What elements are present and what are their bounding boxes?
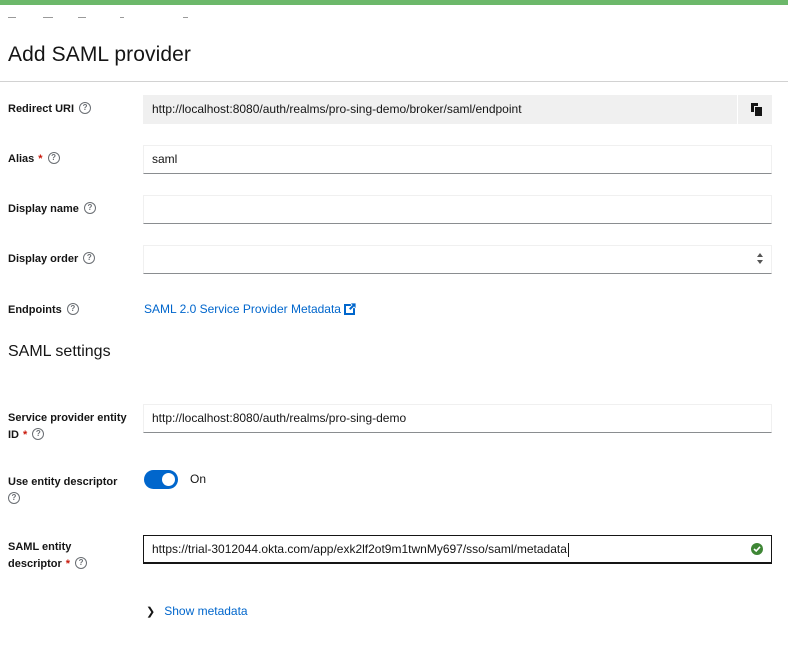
help-icon[interactable]: ? bbox=[32, 428, 45, 441]
copy-button[interactable] bbox=[737, 95, 772, 124]
help-icon[interactable]: ? bbox=[8, 492, 20, 505]
required-marker: * bbox=[65, 558, 71, 570]
copy-icon bbox=[751, 103, 762, 116]
sp-entity-id-label: Service provider entity ID *? bbox=[8, 412, 127, 441]
external-link-icon bbox=[343, 302, 357, 316]
breadcrumb bbox=[8, 14, 208, 22]
alias-label: Alias *? bbox=[8, 151, 60, 168]
help-icon[interactable]: ? bbox=[75, 557, 88, 570]
alias-input[interactable]: saml bbox=[143, 145, 772, 174]
help-icon[interactable]: ? bbox=[83, 252, 96, 265]
header-divider bbox=[0, 81, 788, 82]
redirect-uri-label: Redirect URI? bbox=[8, 101, 92, 118]
help-icon[interactable]: ? bbox=[47, 152, 60, 165]
display-name-input[interactable] bbox=[143, 195, 772, 224]
endpoints-label: Endpoints? bbox=[8, 302, 79, 319]
display-order-input[interactable] bbox=[143, 245, 772, 274]
entity-descriptor-toggle[interactable] bbox=[144, 470, 178, 489]
display-name-label: Display name? bbox=[8, 201, 96, 218]
sp-entity-id-input[interactable]: http://localhost:8080/auth/realms/pro-si… bbox=[143, 404, 772, 433]
help-icon[interactable]: ? bbox=[79, 102, 92, 115]
show-metadata-toggle[interactable]: ❯ Show metadata bbox=[146, 604, 248, 618]
display-order-label: Display order? bbox=[8, 251, 96, 268]
saml-settings-heading: SAML settings bbox=[8, 343, 111, 360]
use-entity-descriptor-label: Use entity descriptor ? bbox=[8, 476, 118, 505]
success-check-icon bbox=[751, 543, 763, 555]
help-icon[interactable]: ? bbox=[83, 202, 96, 215]
saml-entity-descriptor-input[interactable]: https://trial-3012044.okta.com/app/exk2l… bbox=[143, 535, 772, 564]
saml-entity-descriptor-label: SAML entity descriptor *? bbox=[8, 539, 88, 573]
required-marker: * bbox=[23, 429, 28, 441]
help-icon[interactable]: ? bbox=[66, 303, 79, 316]
number-spinner-icon[interactable] bbox=[757, 253, 763, 265]
text-cursor bbox=[567, 542, 569, 557]
toggle-knob bbox=[162, 473, 175, 486]
sp-metadata-link[interactable]: SAML 2.0 Service Provider Metadata bbox=[144, 302, 357, 316]
top-accent-bar bbox=[0, 0, 788, 5]
toggle-state-label: On bbox=[190, 472, 207, 486]
chevron-right-icon: ❯ bbox=[146, 606, 156, 618]
redirect-uri-field[interactable]: http://localhost:8080/auth/realms/pro-si… bbox=[143, 95, 737, 124]
saml-entity-descriptor-value: https://trial-3012044.okta.com/app/exk2l… bbox=[152, 542, 567, 556]
page-title: Add SAML provider bbox=[8, 43, 192, 66]
required-marker: * bbox=[38, 153, 43, 165]
